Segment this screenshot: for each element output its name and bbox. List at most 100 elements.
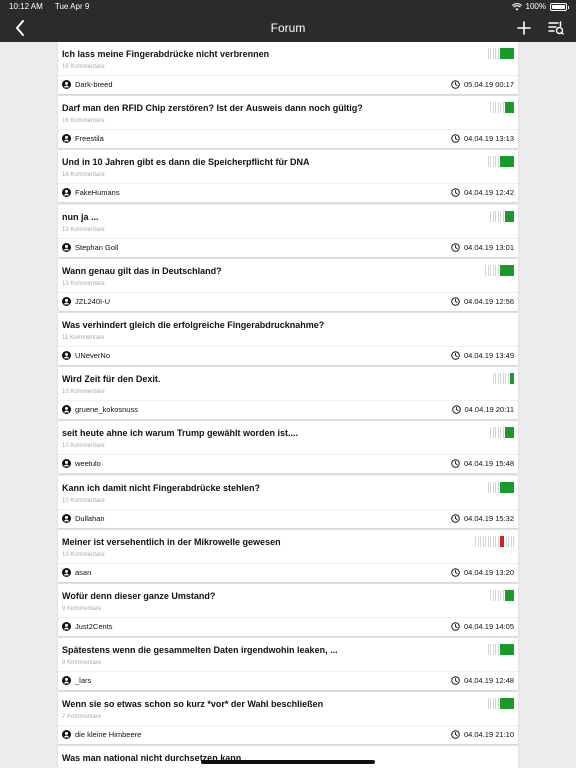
clock-icon xyxy=(451,622,460,631)
rating-tick xyxy=(513,535,514,547)
post-comment-count: 11 Kommentare xyxy=(62,334,105,341)
post-card[interactable]: Und in 10 Jahren gibt es dann die Speich… xyxy=(58,150,518,203)
post-author-name: Freestila xyxy=(75,134,104,144)
rating-tick xyxy=(495,535,496,547)
rating-tick xyxy=(492,535,494,547)
rating-tick xyxy=(490,156,491,168)
post-card[interactable]: Wird Zeit für den Dexit. 10 Kommentare gru… xyxy=(58,367,518,420)
rating-tick xyxy=(490,698,491,710)
post-author[interactable]: Just2Cents xyxy=(62,621,113,631)
rating-tick xyxy=(490,644,491,656)
divider xyxy=(58,400,518,402)
post-card[interactable]: Wenn sie so etwas schon so kurz *vor* de… xyxy=(58,692,518,745)
post-author-name: die kleine Himbeere xyxy=(75,730,142,740)
post-author-name: Just2Cents xyxy=(75,621,113,631)
post-author[interactable]: UNeverNo xyxy=(62,350,111,360)
rating-tick xyxy=(495,589,496,601)
battery-percent: 100% xyxy=(525,2,546,11)
post-comment-count: 8 Kommentare xyxy=(62,660,102,667)
rating-tick xyxy=(492,427,494,439)
post-title: Kann ich damit nicht Fingerabdrücke steh… xyxy=(62,482,261,493)
rating-tick xyxy=(495,102,496,114)
post-date-text: 04.04.19 13:01 xyxy=(463,242,514,252)
nav-bar: Forum xyxy=(0,13,576,42)
post-author[interactable]: Freestila xyxy=(62,134,104,144)
user-icon xyxy=(62,676,71,686)
post-comment-count: 10 Kommentare xyxy=(62,389,105,396)
page-title: Forum xyxy=(270,20,306,35)
post-card[interactable]: Was man national nicht durchsetzen kann xyxy=(58,746,518,768)
rating-bar xyxy=(505,427,514,439)
post-author[interactable]: FakeHumans xyxy=(62,188,120,198)
clock-icon xyxy=(451,513,460,523)
post-card[interactable]: Spätestens wenn die gesammelten Daten ir… xyxy=(58,638,518,691)
post-author[interactable]: Dullahan xyxy=(62,513,105,523)
post-author[interactable]: die kleine Himbeere xyxy=(62,730,142,740)
post-author-name: Dark-breed xyxy=(75,80,113,89)
clock-icon xyxy=(451,351,460,360)
home-indicator[interactable] xyxy=(201,760,375,764)
divider xyxy=(58,183,518,185)
clock-icon xyxy=(451,242,460,252)
rating-tick xyxy=(487,644,489,656)
user-icon xyxy=(62,134,71,144)
post-author[interactable]: _lars xyxy=(62,676,91,686)
rating-bar xyxy=(500,644,514,656)
rating-bar xyxy=(505,102,514,114)
rating-tick xyxy=(497,644,499,656)
post-card[interactable]: seit heute ahne ich warum Trump gewählt … xyxy=(58,421,518,474)
rating-tick xyxy=(492,210,494,222)
post-card[interactable]: Meiner ist versehentlich in der Mikrowel… xyxy=(58,529,518,582)
add-post-button[interactable] xyxy=(512,16,536,40)
rating-tick xyxy=(492,264,494,276)
post-date: 05.04.19 00:17 xyxy=(451,80,514,89)
user-icon xyxy=(62,296,71,306)
sort-filter-button[interactable] xyxy=(544,16,568,40)
post-date: 04.04.19 13:01 xyxy=(451,243,514,252)
rating-indicator xyxy=(487,698,514,710)
post-card[interactable]: Was verhindert gleich die erfolgreiche F… xyxy=(58,312,518,365)
rating-tick xyxy=(490,535,491,547)
rating-tick xyxy=(500,373,501,385)
rating-bar xyxy=(500,156,514,168)
post-card[interactable]: nun ja ... 13 Kommentare Stephan Goll 04.04… xyxy=(58,204,518,257)
post-author[interactable]: asan xyxy=(62,567,91,577)
divider xyxy=(58,671,518,673)
post-title: Wird Zeit für den Dexit. xyxy=(62,374,161,385)
post-comment-count: 13 Kommentare xyxy=(62,280,105,287)
divider xyxy=(58,345,518,347)
post-date: 04.04.19 12:42 xyxy=(451,188,514,197)
back-button[interactable] xyxy=(8,16,32,40)
rating-indicator xyxy=(490,589,514,601)
post-card[interactable]: Wann genau gilt das in Deutschland? 13 Ko… xyxy=(58,258,518,311)
post-author-name: UNeverNo xyxy=(75,350,111,360)
rating-bar xyxy=(505,589,514,601)
post-title: Meiner ist versehentlich in der Mikrowel… xyxy=(62,536,281,547)
clock-icon xyxy=(451,459,460,469)
post-author[interactable]: Stephan Goll xyxy=(62,242,118,252)
post-card[interactable]: Ich lass meine Fingerabdrücke nicht verb… xyxy=(58,42,518,94)
post-author[interactable]: weetulo xyxy=(62,459,101,469)
post-title: Spätestens wenn die gesammelten Daten ir… xyxy=(62,645,338,656)
post-card[interactable]: Wofür denn dieser ganze Umstand? 9 Kommen… xyxy=(58,583,518,636)
post-author-name: gruene_kokosnuss xyxy=(75,405,138,415)
rating-tick xyxy=(487,156,489,168)
rating-tick xyxy=(502,427,504,439)
post-date: 04.04.19 21:10 xyxy=(451,730,514,739)
post-card[interactable]: Darf man den RFID Chip zerstören? Ist de… xyxy=(58,96,518,149)
clock-icon xyxy=(451,80,460,89)
rating-tick xyxy=(508,535,509,547)
rating-bar xyxy=(500,698,514,710)
post-title: Ich lass meine Fingerabdrücke nicht verb… xyxy=(62,49,270,59)
rating-tick xyxy=(495,698,496,710)
post-date: 04.04.19 13:49 xyxy=(451,351,514,360)
rating-tick xyxy=(500,102,501,114)
post-author[interactable]: JZL240I-U xyxy=(62,296,110,306)
post-date-text: 04.04.19 20:11 xyxy=(464,405,515,415)
user-icon xyxy=(62,188,71,198)
post-card[interactable]: Kann ich damit nicht Fingerabdrücke steh… xyxy=(58,475,518,528)
post-date-text: 04.04.19 12:48 xyxy=(463,676,514,686)
user-icon xyxy=(62,242,71,252)
post-author[interactable]: gruene_kokosnuss xyxy=(62,405,138,415)
post-author[interactable]: Dark-breed xyxy=(62,80,113,89)
